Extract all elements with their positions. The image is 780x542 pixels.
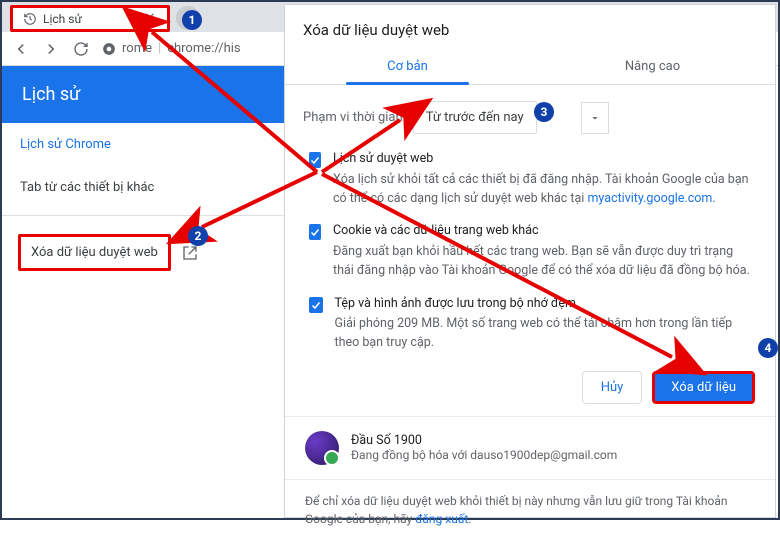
annotation-badge-3: 3	[534, 102, 554, 122]
option-cookies: Cookie và các dữ liệu trang web khác Đăn…	[333, 222, 757, 280]
tab-advanced[interactable]: Nâng cao	[530, 49, 775, 84]
select-caret[interactable]	[581, 102, 609, 134]
address-bar[interactable]: rome | chrome://his	[102, 41, 241, 56]
clear-browsing-data-dialog: Xóa dữ liệu duyệt web Cơ bản Nâng cao Ph…	[284, 4, 776, 518]
dialog-footer: Để chỉ xóa dữ liệu duyệt web khỏi thiết …	[285, 484, 775, 542]
divider	[285, 479, 775, 480]
close-tab-icon[interactable]: ✕	[143, 12, 157, 26]
option-history: Lịch sử duyệt web Xóa lịch sử khỏi tất c…	[333, 150, 757, 208]
sidebar-item-chrome-history[interactable]: Lịch sử Chrome	[2, 123, 287, 166]
dialog-tabs: Cơ bản Nâng cao	[285, 49, 775, 85]
back-button[interactable]	[12, 40, 30, 58]
tab-title: Lịch sử	[43, 12, 137, 26]
account-name: Đầu Số 1900	[351, 433, 617, 448]
checkbox-cache[interactable]	[309, 297, 323, 313]
history-sidebar: Lịch sử Lịch sử Chrome Tab từ các thiết …	[2, 66, 287, 518]
divider	[285, 416, 775, 417]
time-range-select[interactable]: Từ trước đến nay	[413, 101, 537, 134]
annotation-badge-1: 1	[182, 10, 202, 30]
forward-button[interactable]	[42, 40, 60, 58]
chrome-icon	[102, 42, 116, 56]
checkbox-history[interactable]	[309, 152, 321, 168]
myactivity-link[interactable]: myactivity.google.com	[587, 191, 712, 206]
time-range-label: Phạm vi thời gian	[303, 110, 403, 125]
tab-basic[interactable]: Cơ bản	[285, 49, 530, 84]
sidebar-item-tabs-other-devices[interactable]: Tab từ các thiết bị khác	[2, 166, 287, 209]
account-sync-status: Đang đồng bộ hóa với dauso1900dep@gmail.…	[351, 448, 617, 462]
browser-tab-history[interactable]: Lịch sử ✕	[10, 5, 170, 32]
reload-button[interactable]	[72, 40, 90, 58]
annotation-badge-2: 2	[188, 226, 208, 246]
annotation-badge-4: 4	[758, 338, 778, 358]
divider	[2, 215, 287, 216]
sign-out-link[interactable]: đăng xuất	[415, 512, 468, 526]
checkbox-cookies[interactable]	[309, 224, 321, 240]
external-link-icon[interactable]	[181, 244, 199, 262]
cancel-button[interactable]: Hủy	[582, 371, 643, 404]
page-title: Lịch sử	[2, 66, 287, 123]
url-path: chrome://his	[167, 41, 240, 56]
clear-data-button[interactable]: Xóa dữ liệu	[652, 371, 755, 404]
url-host: rome	[122, 41, 152, 56]
account-row: Đầu Số 1900 Đang đồng bộ hóa với dauso19…	[285, 421, 775, 475]
history-icon	[23, 12, 37, 26]
clear-browsing-data-link[interactable]: Xóa dữ liệu duyệt web	[18, 234, 171, 271]
option-cache: Tệp và hình ảnh được lưu trong bộ nhớ đệ…	[335, 295, 757, 353]
avatar	[305, 431, 339, 465]
dialog-title: Xóa dữ liệu duyệt web	[285, 5, 775, 49]
